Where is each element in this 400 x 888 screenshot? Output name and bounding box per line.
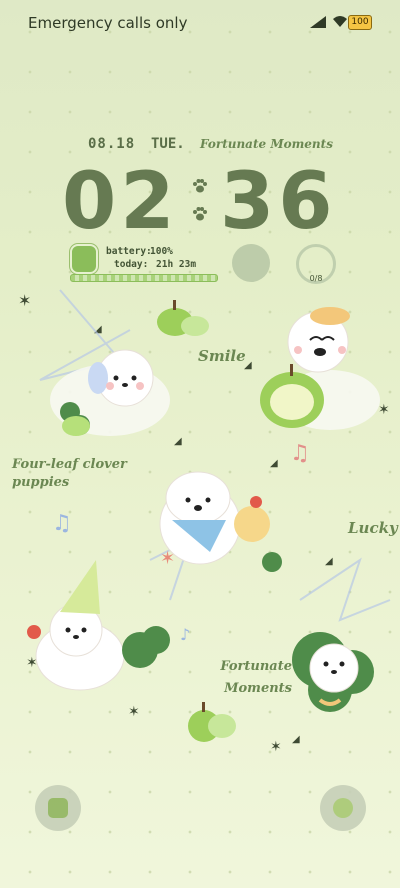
- clock-minutes: 36: [220, 157, 337, 247]
- carrier-text: Emergency calls only: [28, 14, 188, 32]
- sticker-lucky: Lucky: [348, 519, 398, 537]
- lock-clock: 02 36: [60, 162, 350, 242]
- sticker-fortunate: Fortunate Moments: [220, 659, 292, 696]
- apple-sticker-top: [157, 300, 209, 336]
- date: 08.18: [88, 136, 136, 152]
- signal-icon: [310, 16, 326, 28]
- today-label: today:: [114, 259, 149, 270]
- svg-text:✶: ✶: [378, 402, 390, 418]
- clover-battery-icon: [70, 244, 98, 274]
- svg-text:♪: ♪: [180, 625, 190, 644]
- paw-icon: [193, 179, 207, 193]
- battery-label: battery:: [106, 246, 152, 257]
- svg-text:◢: ◢: [270, 458, 278, 469]
- svg-text:◢: ◢: [174, 436, 182, 447]
- clover-widget[interactable]: [232, 244, 270, 282]
- today-value: 21h 23m: [156, 259, 197, 270]
- weekday: TUE.: [151, 136, 185, 152]
- camera-shortcut-button[interactable]: [320, 785, 366, 831]
- svg-text:◢: ◢: [292, 734, 300, 745]
- camera-icon: [333, 798, 353, 818]
- svg-text:◢: ◢: [325, 556, 333, 567]
- wifi-icon: [333, 16, 347, 27]
- apple-sticker-bottom: [188, 702, 236, 742]
- wallpaper-illustration: ✶ ✶ ✶ ✶ ✶ ◢ ◢ ◢ ◢ ◢ ◢ ✶ ♫ ♫ ♪: [18, 289, 391, 755]
- phone-icon: [48, 798, 68, 818]
- battery-progress-bar: [70, 274, 218, 282]
- tagline: Fortunate Moments: [200, 137, 333, 151]
- date-line: 08.18 TUE. Fortunate Moments: [0, 136, 400, 156]
- sticker-clover-puppies: Four-leaf clover puppies: [12, 457, 127, 490]
- battery-value: 100%: [150, 246, 173, 257]
- bear-center: ✶: [159, 471, 282, 572]
- bear-bottom-right: [292, 632, 374, 712]
- svg-text:✶: ✶: [128, 704, 140, 720]
- battery-icon: 100: [348, 15, 372, 30]
- svg-text:♫: ♫: [290, 441, 310, 466]
- battery-widget: battery: 100% today: 21h 23m: [68, 244, 218, 284]
- bear-bottom-left: [27, 560, 170, 691]
- svg-text:✶: ✶: [270, 739, 282, 755]
- sticker-smile: Smile: [198, 347, 246, 365]
- status-bar: Emergency calls only 100: [0, 0, 400, 46]
- phone-shortcut-button[interactable]: [35, 785, 81, 831]
- bear-left: [50, 349, 170, 436]
- svg-text:♫: ♫: [52, 511, 72, 536]
- svg-text:✶: ✶: [160, 548, 175, 569]
- steps-widget-text: 0/8: [309, 274, 323, 283]
- svg-text:✶: ✶: [18, 291, 31, 310]
- clock-hours: 02: [62, 157, 179, 247]
- paw-icon: [193, 207, 207, 221]
- bear-right: [260, 307, 380, 430]
